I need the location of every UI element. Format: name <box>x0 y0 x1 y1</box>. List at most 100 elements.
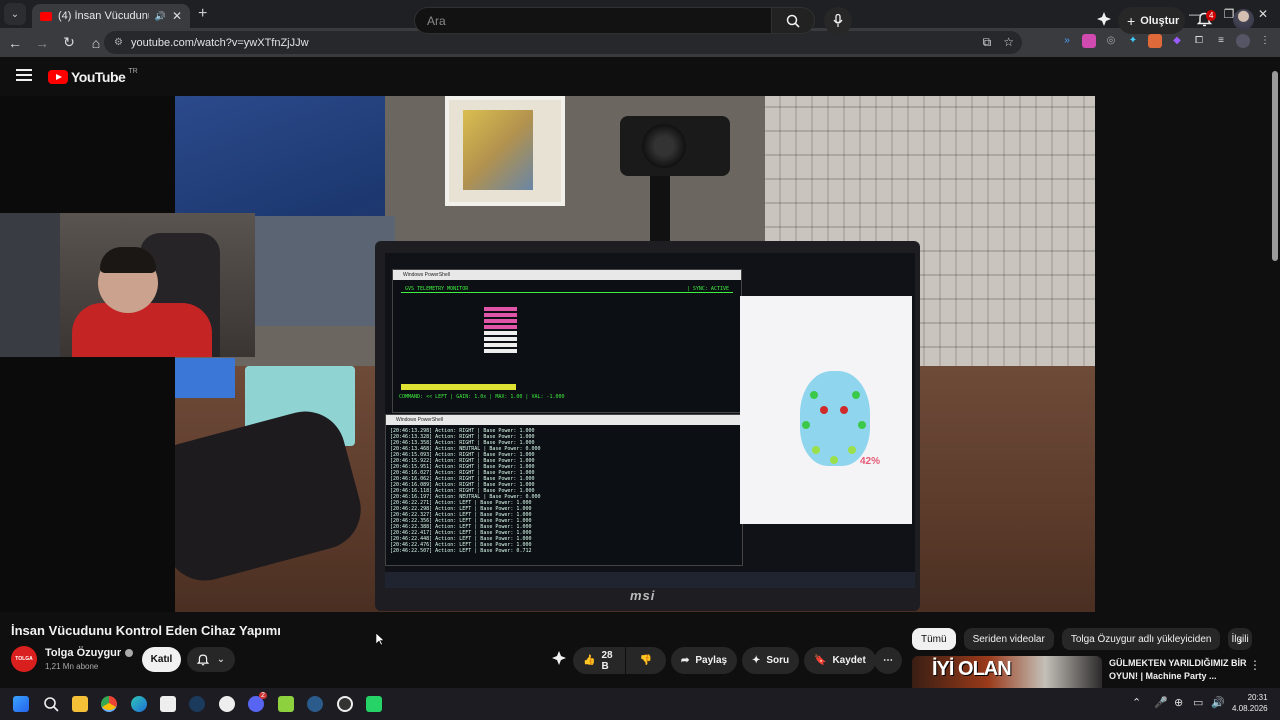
ascii-robot-figure <box>478 305 523 377</box>
dislike-button[interactable]: 👎 <box>626 647 666 674</box>
gain-progress-bar <box>401 384 516 390</box>
chip-from-series[interactable]: Seriden videolar <box>963 628 1054 650</box>
line-app-icon[interactable] <box>278 696 294 712</box>
create-label: Oluştur <box>1140 14 1180 27</box>
site-info-icon[interactable]: ⚙ <box>114 37 123 48</box>
channel-name-row[interactable]: Tolga Özuygur <box>45 647 134 659</box>
country-code: TR <box>128 67 138 75</box>
thumbs-up-icon: 👍 <box>583 655 596 666</box>
video-scene-equipment <box>255 216 395 326</box>
eeg-sensor-dot <box>802 421 810 429</box>
youtube-favicon-icon <box>40 11 52 21</box>
create-button[interactable]: + Oluştur <box>1118 7 1185 34</box>
search-icon <box>786 14 800 28</box>
extension-6-icon[interactable]: ◆ <box>1170 34 1184 48</box>
install-app-icon[interactable]: ⧉ <box>983 35 992 50</box>
sync-status: | SYNC: ACTIVE <box>686 286 729 292</box>
taskbar-search-icon[interactable] <box>43 696 59 712</box>
bookmark-icon: 🔖 <box>814 655 827 666</box>
extension-4-icon[interactable]: ✦ <box>1126 34 1140 48</box>
share-arrow-icon: ➦ <box>681 655 690 666</box>
tray-vpn-icon[interactable]: ⊕ <box>1174 696 1183 709</box>
subscriber-count: 1,21 Mn abone <box>45 662 99 671</box>
extension-5-icon[interactable] <box>1148 34 1162 48</box>
steam-icon[interactable] <box>189 696 205 712</box>
extension-3-icon[interactable]: ◎ <box>1104 34 1118 48</box>
recommendation-thumbnail[interactable]: İYİ OLAN <box>912 656 1102 688</box>
file-explorer-icon[interactable] <box>72 696 88 712</box>
subscription-bell-button[interactable]: ⌄ <box>187 647 235 672</box>
speaker-icon[interactable]: 🔊 <box>155 11 166 22</box>
verified-badge-icon <box>125 649 134 658</box>
eeg-sensor-dot <box>848 446 856 454</box>
save-button[interactable]: 🔖 Kaydet <box>804 647 876 674</box>
scrollbar-thumb[interactable] <box>1272 71 1278 261</box>
ask-button[interactable]: ✦ Soru <box>742 647 800 674</box>
webcam-overlay <box>0 213 255 357</box>
video-scene-blue-box <box>175 358 235 398</box>
voice-search-button[interactable] <box>824 7 852 35</box>
tray-screen-icon[interactable]: ▭ <box>1193 696 1203 709</box>
create-sparkle-icon[interactable] <box>1097 12 1111 26</box>
search-input[interactable]: Ara <box>414 7 772 34</box>
browser-tab-youtube[interactable]: (4) İnsan Vücudunu Kontrol 🔊 ✕ <box>32 4 190 28</box>
address-bar[interactable]: ⚙ youtube.com/watch?v=ywXTfnZjJJw ⧉ ☆ <box>104 31 1022 54</box>
ps2-titlebar: Windows PowerShell <box>386 415 742 425</box>
share-label: Paylaş <box>695 655 728 666</box>
channel-avatar[interactable]: TOLGA ÖZUYGUR <box>11 646 37 672</box>
related-filter-chips: Tümü Seriden videolar Tolga Özuygur adlı… <box>912 628 1253 650</box>
browser-menu-icon[interactable]: ⋮ <box>1258 34 1272 48</box>
eeg-sensor-dot <box>812 446 820 454</box>
account-avatar[interactable] <box>1233 9 1254 30</box>
video-player[interactable]: Windows PowerShell GVS TELEMETRY MONITOR… <box>175 96 1095 612</box>
recommendation-title[interactable]: GÜLMEKTEN YARILDIĞIMIZ BİR OYUN! | Machi… <box>1109 657 1249 683</box>
mouse-cursor-icon <box>376 633 385 646</box>
whatsapp-icon[interactable] <box>366 696 382 712</box>
chevron-right-icon[interactable]: › <box>1238 633 1242 648</box>
chrome-icon[interactable] <box>101 696 117 712</box>
eeg-sensor-dot <box>820 406 828 414</box>
extension-1-icon[interactable]: » <box>1060 34 1074 48</box>
video-scene-tripod <box>650 176 670 246</box>
obs-icon[interactable] <box>337 696 353 712</box>
like-button[interactable]: 👍 28 B <box>573 647 625 674</box>
youtube-logo[interactable]: YouTube TR <box>48 67 138 85</box>
ai-sparkle-icon[interactable] <box>552 651 566 665</box>
extensions-puzzle-icon[interactable]: ⧠ <box>1192 34 1206 48</box>
search-button[interactable] <box>771 7 815 34</box>
command-line: COMMAND: << LEFT | GAIN: 1.0x | MAX: 1.0… <box>399 394 565 400</box>
steam-alt-icon[interactable] <box>307 696 323 712</box>
bell-icon <box>196 654 209 666</box>
edge-icon[interactable] <box>131 696 147 712</box>
youtube-header: YouTube TR <box>0 57 1280 96</box>
page-scrollbar[interactable] <box>1270 57 1280 687</box>
eeg-sensor-dot <box>840 406 848 414</box>
back-icon[interactable]: ← <box>3 35 27 51</box>
close-tab-icon[interactable]: ✕ <box>172 9 182 23</box>
reload-icon[interactable]: ↻ <box>57 34 81 51</box>
recommendation-menu-icon[interactable]: ⋮ <box>1249 658 1261 672</box>
action-log: [20:46:13.298] Action: RIGHT | Base Powe… <box>386 425 742 554</box>
reading-list-icon[interactable]: ≡ <box>1214 34 1228 48</box>
yandex-icon[interactable] <box>219 696 235 712</box>
chip-all[interactable]: Tümü <box>912 628 956 650</box>
join-button[interactable]: Katıl <box>142 647 181 672</box>
new-tab-button[interactable]: + <box>198 5 207 23</box>
windows-start-icon[interactable] <box>13 696 29 712</box>
share-button[interactable]: ➦ Paylaş <box>671 647 738 674</box>
tray-volume-icon[interactable]: 🔊 <box>1211 696 1225 709</box>
chip-from-uploader[interactable]: Tolga Özuygur adlı yükleyiciden <box>1061 628 1221 650</box>
tray-chevron-up-icon[interactable]: ⌃ <box>1132 696 1141 709</box>
powershell-window-log: Windows PowerShell [20:46:13.298] Action… <box>385 414 743 566</box>
tray-microphone-icon[interactable]: 🎤 <box>1154 696 1168 709</box>
eeg-sensor-dot <box>858 421 866 429</box>
taskbar-clock[interactable]: 20:31 4.08.2026 <box>1232 692 1268 714</box>
bookmark-star-icon[interactable]: ☆ <box>1003 35 1014 50</box>
store-icon[interactable] <box>160 696 176 712</box>
hamburger-menu-icon[interactable] <box>16 69 32 81</box>
forward-icon[interactable]: → <box>30 35 54 51</box>
tab-search-button[interactable]: ⌄ <box>4 3 26 25</box>
more-actions-button[interactable]: ⋯ <box>874 647 902 674</box>
extension-2-icon[interactable] <box>1082 34 1096 48</box>
profile-avatar-icon[interactable] <box>1236 34 1250 48</box>
